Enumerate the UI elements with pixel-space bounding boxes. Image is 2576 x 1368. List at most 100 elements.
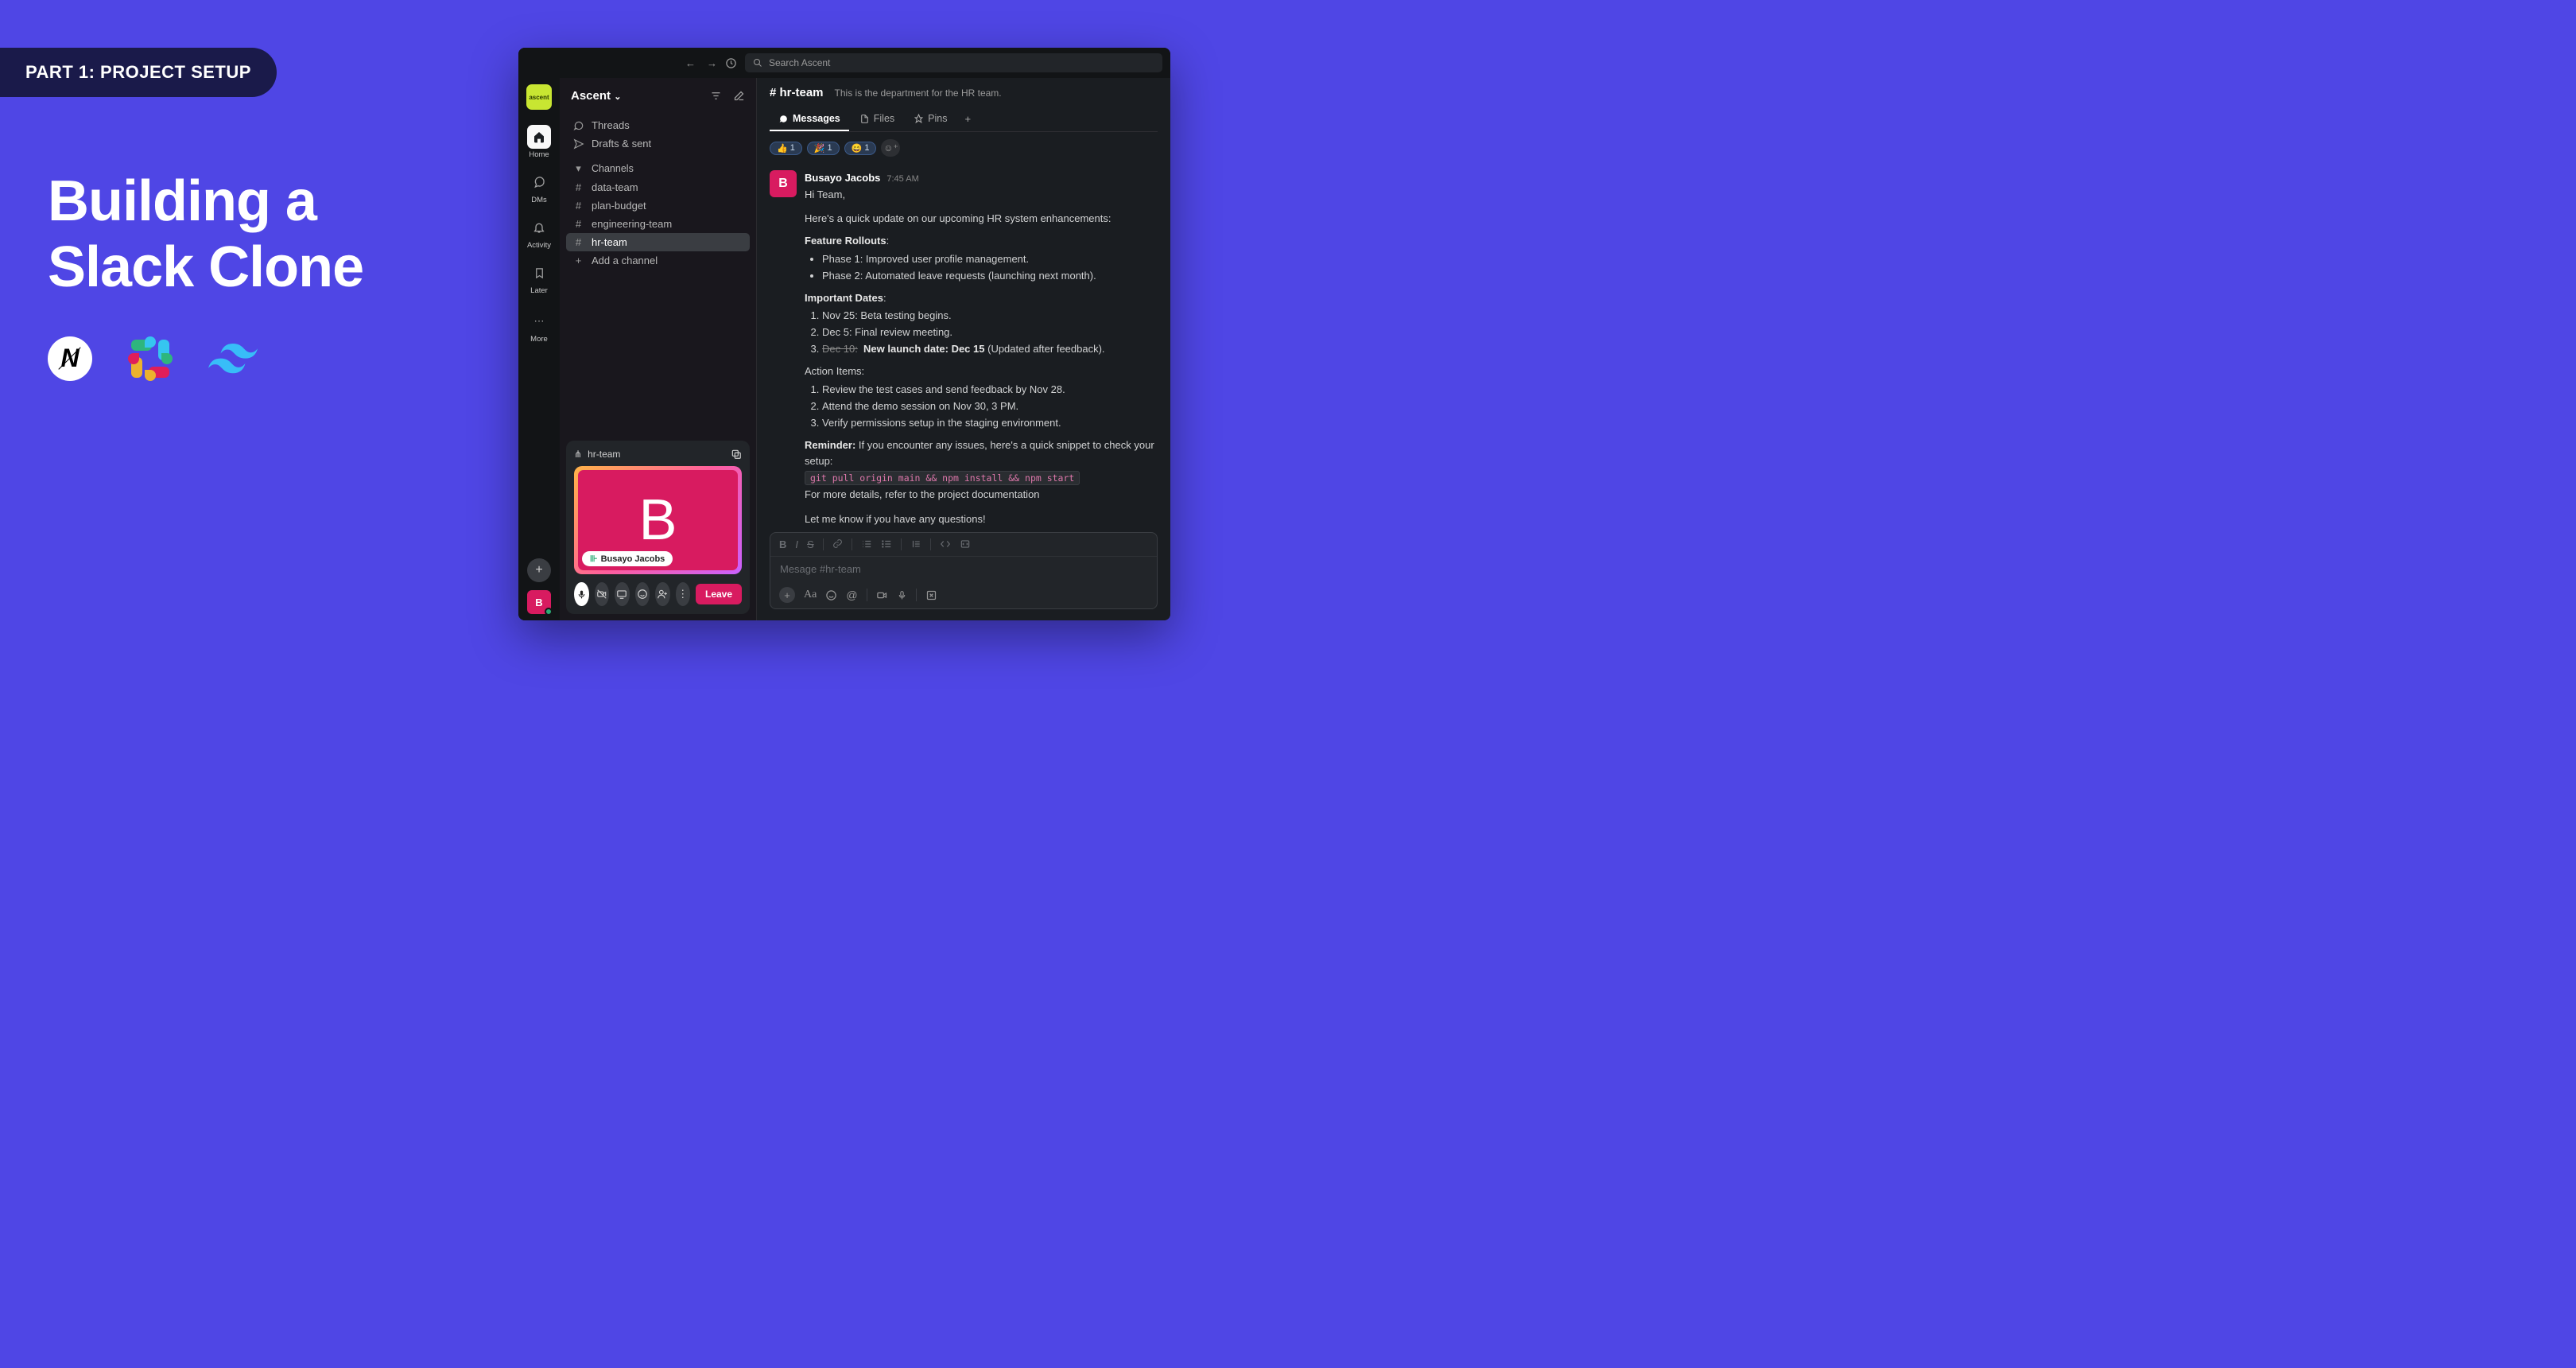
tab-pins[interactable]: Pins — [905, 107, 956, 131]
sidebar-label: Threads — [592, 119, 630, 131]
message-author[interactable]: Busayo Jacobs — [805, 170, 880, 186]
screen-share-button[interactable] — [615, 582, 630, 606]
compose-icon[interactable] — [733, 90, 745, 102]
hash-icon: # — [572, 218, 584, 230]
code-snippet: git pull origin main && npm install && n… — [805, 471, 1080, 485]
link-button[interactable] — [832, 538, 843, 550]
slack-logo-icon — [128, 336, 173, 381]
sidebar-channel[interactable]: #data-team — [566, 178, 750, 196]
strike-button[interactable]: S — [807, 538, 814, 550]
topbar: ← → Search Ascent — [518, 48, 1170, 78]
search-input[interactable]: Search Ascent — [745, 53, 1162, 72]
mention-button[interactable]: @ — [846, 589, 857, 601]
workspace-rail: ascent Home DMs Activity Later ⋯ More — [518, 78, 560, 620]
composer-input[interactable]: Mesage #hr-team — [770, 557, 1157, 581]
rail-activity[interactable]: Activity — [522, 212, 557, 254]
message-time: 7:45 AM — [886, 173, 918, 186]
workspace-badge[interactable]: ascent — [526, 84, 552, 110]
nav-back-icon[interactable]: ← — [685, 57, 696, 69]
huddle-channel: hr-team — [588, 449, 620, 460]
rail-dms[interactable]: DMs — [522, 166, 557, 208]
rail-more[interactable]: ⋯ More — [522, 305, 557, 348]
search-icon — [753, 58, 762, 68]
codeblock-button[interactable] — [960, 538, 971, 550]
emoji-button[interactable] — [635, 582, 650, 606]
message-text: For more details, refer to the project d… — [805, 487, 1158, 503]
list-item: Dec 5: Final review meeting. — [822, 325, 1158, 340]
message-text: Hi Team, — [805, 187, 1158, 203]
list-item: Nov 25: Beta testing begins. — [822, 308, 1158, 324]
sidebar-channel[interactable]: # hr-team — [566, 233, 750, 251]
section-header: Feature Rollouts — [805, 235, 886, 247]
plus-icon: + — [572, 255, 584, 266]
dms-icon — [527, 170, 551, 194]
filter-icon[interactable] — [710, 90, 722, 102]
popout-icon[interactable] — [731, 449, 742, 460]
emoji-picker-button[interactable] — [825, 589, 837, 601]
sidebar-threads[interactable]: Threads — [566, 116, 750, 134]
message-avatar[interactable]: B — [770, 170, 797, 197]
channel-title[interactable]: # hr-team — [770, 86, 824, 99]
avatar-letter: B — [535, 597, 542, 608]
add-reaction-button[interactable]: ☺⁺ — [881, 139, 900, 157]
slack-window: ← → Search Ascent ascent Home DMs Activi… — [518, 48, 1170, 620]
audio-clip-button[interactable] — [897, 590, 907, 600]
sidebar-channel[interactable]: #plan-budget — [566, 196, 750, 215]
presence-indicator-icon — [545, 608, 553, 616]
formatting-button[interactable]: Aa — [804, 589, 817, 601]
hash-icon: # — [572, 236, 584, 248]
user-avatar[interactable]: B — [527, 590, 551, 614]
tab-messages[interactable]: Messages — [770, 107, 849, 131]
video-off-button[interactable] — [595, 582, 610, 606]
channels-section[interactable]: ▾Channels — [566, 159, 750, 178]
leave-button[interactable]: Leave — [696, 584, 742, 604]
tab-label: Pins — [928, 113, 947, 124]
reaction-pill[interactable]: 👍1 — [770, 142, 802, 155]
channel-name: hr-team — [592, 236, 627, 248]
bullet-list-button[interactable] — [881, 538, 892, 550]
huddle-more-button[interactable]: ⋮ — [676, 582, 691, 606]
rail-label: DMs — [531, 196, 547, 204]
history-icon[interactable] — [725, 57, 737, 69]
rail-home[interactable]: Home — [522, 121, 557, 163]
channel-name: engineering-team — [592, 218, 672, 230]
main-panel: # hr-team This is the department for the… — [757, 78, 1170, 620]
reaction-pill[interactable]: 😄1 — [844, 142, 877, 155]
reaction-pill[interactable]: 🎉1 — [807, 142, 840, 155]
hash-icon: # — [572, 181, 584, 193]
add-channel[interactable]: +Add a channel — [566, 251, 750, 270]
invite-button[interactable] — [655, 582, 670, 606]
code-button[interactable] — [940, 538, 951, 550]
message-list[interactable]: B Busayo Jacobs 7:45 AM Hi Team, Here's … — [757, 164, 1170, 526]
bold-button[interactable]: B — [779, 538, 786, 550]
attach-button[interactable]: + — [779, 587, 795, 603]
sidebar-label: Drafts & sent — [592, 138, 651, 150]
ordered-list-button[interactable] — [861, 538, 872, 550]
list-item: Phase 1: Improved user profile managemen… — [822, 251, 1158, 267]
bell-icon — [527, 216, 551, 239]
workspace-name[interactable]: Ascent ⌄ — [571, 89, 621, 103]
rail-label: More — [530, 335, 548, 344]
rail-label: Activity — [527, 241, 551, 250]
add-tab-button[interactable]: + — [958, 107, 979, 131]
shortcuts-button[interactable] — [925, 589, 937, 601]
part-badge: PART 1: PROJECT SETUP — [0, 48, 277, 97]
nav-forward-icon[interactable]: → — [707, 57, 717, 69]
tab-files[interactable]: Files — [851, 107, 903, 131]
mic-button[interactable] — [574, 582, 589, 606]
sidebar-channel[interactable]: # engineering-team — [566, 215, 750, 233]
message-text: Here's a quick update on our upcoming HR… — [805, 211, 1158, 227]
home-icon — [527, 125, 551, 149]
blockquote-button[interactable] — [910, 538, 921, 550]
video-clip-button[interactable] — [876, 589, 888, 601]
add-workspace-button[interactable]: + — [527, 558, 551, 582]
channel-name: plan-budget — [592, 200, 646, 212]
tech-logos: N — [48, 336, 509, 381]
section-header: Action Items: — [805, 363, 1158, 379]
italic-button[interactable]: I — [795, 538, 798, 550]
message: B Busayo Jacobs 7:45 AM Hi Team, Here's … — [770, 167, 1158, 526]
sidebar-label: Channels — [592, 163, 634, 174]
rail-label: Home — [529, 150, 549, 159]
sidebar-drafts[interactable]: Drafts & sent — [566, 134, 750, 153]
rail-later[interactable]: Later — [522, 257, 557, 299]
